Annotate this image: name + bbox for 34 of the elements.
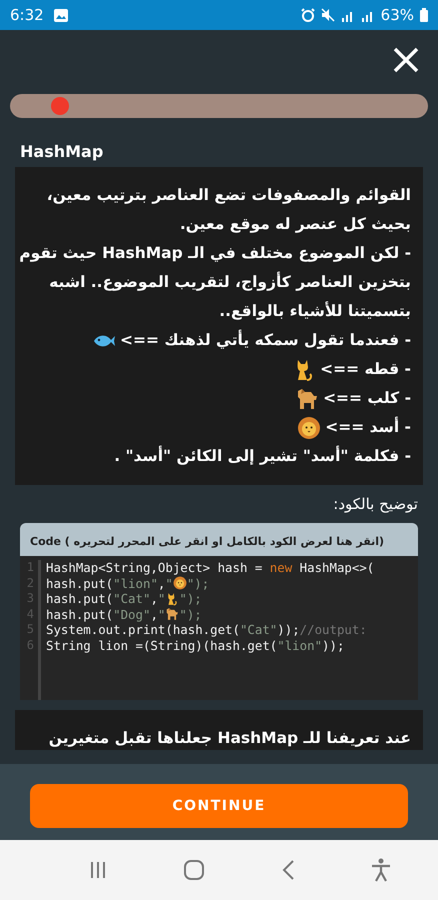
text-line: - قطه ==>: [320, 359, 411, 380]
code-line: hash.put("lion"," ");: [46, 576, 210, 591]
code-editor[interactable]: [20, 523, 418, 700]
code-line: String lion =(String)(hash.get("lion"));: [46, 638, 346, 653]
dog-icon: [165, 607, 180, 622]
accessibility-icon[interactable]: [370, 858, 392, 882]
text-line: بتخزين العناصر كأزواج، لتقريب الموضوع.. اشبه: [49, 270, 411, 293]
code-line: hash.put("Dog"," ");: [46, 606, 203, 622]
battery-icon: [420, 8, 428, 22]
lesson-title: HashMap: [20, 142, 104, 161]
home-icon[interactable]: [183, 859, 206, 881]
code-line: System.out.print(hash.get("Cat"));//output:: [46, 622, 368, 638]
lion-icon: [172, 576, 187, 590]
code-header[interactable]: Code ( انقر هنا لعرض الكود بالكامل او انقر على المحرر لتحريره): [20, 523, 418, 556]
image-icon: [54, 8, 68, 22]
code-caption: توضيح بالكود:: [332, 495, 418, 513]
back-icon[interactable]: [280, 859, 295, 881]
code-line: HashMap<String,Object> hash = new HashMap<>(: [46, 560, 374, 576]
code-line: hash.put("Cat"," ");: [46, 591, 203, 606]
text-line: - كلب ==>: [323, 388, 411, 409]
text-line: - أسد ==>: [325, 416, 411, 438]
mute-icon: [320, 8, 335, 22]
status-time: 6:32: [10, 6, 44, 24]
lion-icon: [297, 416, 322, 440]
dog-icon: [295, 386, 320, 410]
text-line: القوائم والمصفوفات تضع العناصر بترتيب معين،: [46, 185, 411, 206]
text-line: بتسميتنا للأشياء بالواقع..: [219, 300, 411, 322]
alarm-icon: [300, 8, 315, 22]
close-button[interactable]: [392, 46, 420, 74]
text-line: - فعندما تقول سمكه يأتي لذهنك ==>: [120, 328, 411, 351]
close-icon: [392, 46, 420, 74]
text-line: بحيث كل عنصر له موقع معين.: [180, 214, 411, 235]
battery-level: 63%: [380, 6, 414, 24]
text-line: - فكلمة "أسد" تشير إلى الكائن "أسد" .: [114, 444, 411, 467]
